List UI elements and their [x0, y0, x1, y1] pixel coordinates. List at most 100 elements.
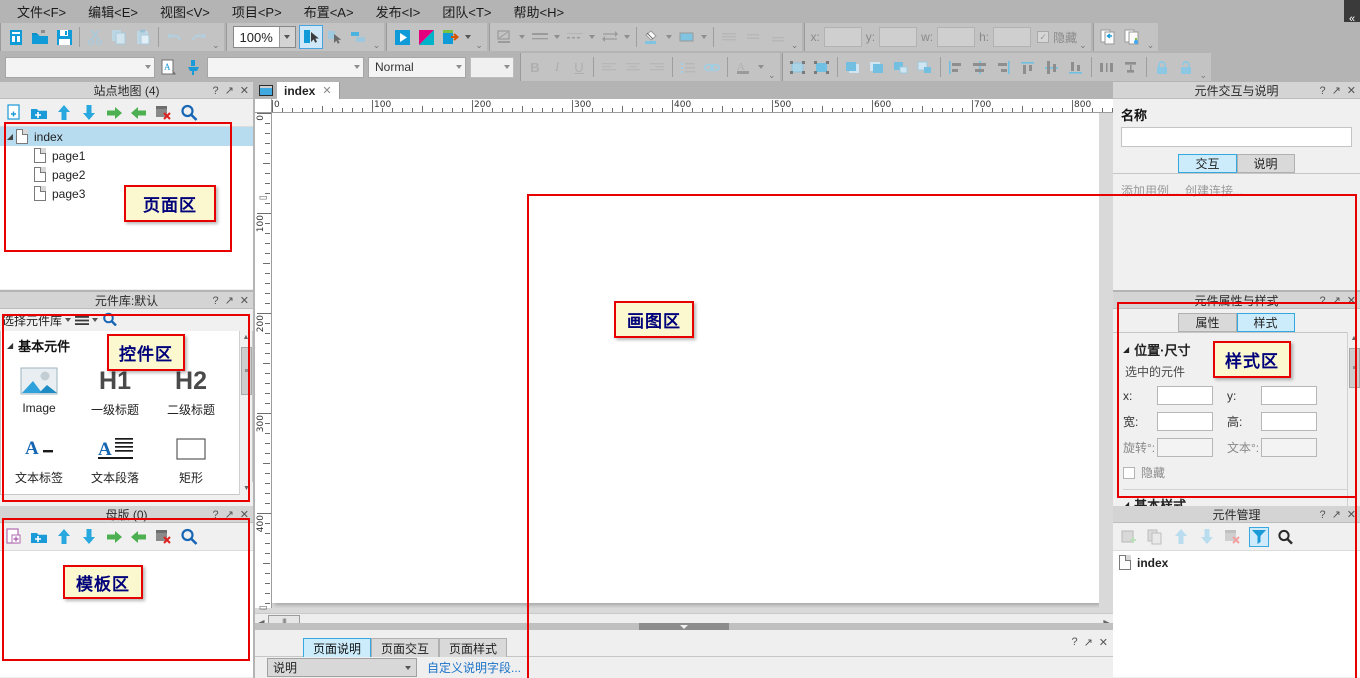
rotation-input[interactable] — [1157, 438, 1213, 457]
sitemap-popout-icon[interactable]: ↗ — [225, 84, 234, 97]
canvas-board[interactable] — [272, 113, 1099, 608]
add-folder-icon[interactable] — [29, 527, 49, 547]
h-input[interactable] — [993, 27, 1032, 47]
new-file-icon[interactable] — [4, 25, 28, 49]
italic-button[interactable]: I — [546, 56, 568, 78]
width-input[interactable] — [1157, 412, 1213, 431]
scroll-up-icon[interactable]: ▲ — [240, 331, 252, 344]
font-color-icon[interactable]: A — [731, 55, 755, 79]
scroll-up-icon[interactable]: ▲ — [1348, 332, 1360, 345]
layer-tool-icon[interactable] — [347, 25, 371, 49]
indent-right-icon[interactable] — [104, 527, 124, 547]
bold-button[interactable]: B — [524, 56, 546, 78]
masters-help-icon[interactable]: ? — [212, 509, 218, 521]
align-right-icon[interactable] — [992, 55, 1016, 79]
sitemap-close-icon[interactable]: ✕ — [240, 84, 249, 97]
bring-forward-icon[interactable] — [889, 55, 913, 79]
tree-item-index[interactable]: ◢ index — [0, 127, 253, 146]
tree-item-page1[interactable]: page1 — [0, 146, 253, 165]
interactions-close-icon[interactable]: ✕ — [1347, 84, 1356, 97]
create-link-link[interactable]: 创建连接... — [1185, 182, 1243, 199]
arrow-dropdown-icon[interactable] — [622, 25, 633, 49]
properties-help-icon[interactable]: ? — [1319, 295, 1325, 307]
w-input[interactable] — [937, 27, 976, 47]
paragraph-align-right-icon[interactable] — [645, 55, 669, 79]
zoom-dropdown-icon[interactable] — [278, 27, 295, 47]
indent-right-icon[interactable] — [104, 103, 124, 123]
widget-item-image[interactable]: Image — [1, 357, 77, 425]
tab-page-style[interactable]: 页面样式 — [439, 638, 508, 657]
page-notes-popout-icon[interactable]: ↗ — [1084, 636, 1093, 649]
font-weight-select[interactable] — [470, 56, 514, 78]
tab-page-notes[interactable]: 页面说明 — [303, 638, 372, 657]
new-page-icon[interactable] — [1121, 25, 1145, 49]
tab-close-icon[interactable]: ✕ — [322, 84, 331, 97]
align-bottom-icon[interactable] — [1064, 55, 1088, 79]
element-manager-popout-icon[interactable]: ↗ — [1332, 508, 1341, 521]
redo-icon[interactable] — [186, 25, 210, 49]
menu-item-help[interactable]: 帮助<H> — [502, 0, 575, 23]
dash-style-icon[interactable] — [563, 25, 587, 49]
align-top-icon[interactable] — [1016, 55, 1040, 79]
toolbar-overflow-icon[interactable]: ⌄ — [791, 41, 799, 50]
tab-page-interactions[interactable]: 页面交互 — [371, 638, 440, 657]
font-style-select[interactable]: Normal — [368, 56, 466, 78]
unlock-icon[interactable] — [1174, 55, 1198, 79]
search-icon[interactable] — [102, 312, 117, 329]
underline-button[interactable]: U — [568, 56, 590, 78]
toolbar-overflow-icon[interactable]: ⌄ — [373, 41, 381, 50]
list-item[interactable]: index — [1113, 553, 1360, 572]
delete-icon[interactable] — [1223, 527, 1243, 547]
interactions-popout-icon[interactable]: ↗ — [1332, 84, 1341, 97]
menu-item-project[interactable]: 项目<P> — [221, 0, 293, 23]
hamburger-icon[interactable] — [75, 315, 99, 326]
duplicate-page-icon[interactable] — [1097, 25, 1121, 49]
color-icon[interactable] — [675, 25, 699, 49]
text-align-center-icon[interactable] — [741, 25, 765, 49]
fill-dropdown-icon[interactable] — [517, 25, 528, 49]
bring-front-icon[interactable] — [841, 55, 865, 79]
format-painter-icon[interactable]: A — [157, 55, 181, 79]
open-folder-icon[interactable] — [28, 25, 52, 49]
undo-icon[interactable] — [162, 25, 186, 49]
share-dropdown-icon[interactable] — [462, 25, 473, 49]
widget-item-paragraph[interactable]: A 文本段落 — [77, 425, 153, 493]
properties-close-icon[interactable]: ✕ — [1347, 294, 1356, 307]
toolbar-overflow-icon[interactable]: ⌄ — [1200, 71, 1208, 80]
pointer-tool-icon[interactable] — [298, 25, 323, 49]
paste-icon[interactable] — [131, 25, 155, 49]
line-dropdown-icon[interactable] — [552, 25, 563, 49]
tab-properties[interactable]: 属性 — [1178, 313, 1237, 332]
outdent-left-icon[interactable] — [129, 103, 149, 123]
masters-popout-icon[interactable]: ↗ — [225, 508, 234, 521]
search-icon[interactable] — [179, 527, 199, 547]
widget-item-text-label[interactable]: A 文本标签 — [1, 425, 77, 493]
delete-page-icon[interactable] — [154, 103, 174, 123]
search-icon[interactable] — [1275, 527, 1295, 547]
search-icon[interactable] — [179, 103, 199, 123]
bucket-icon[interactable] — [640, 25, 664, 49]
font-size-select[interactable] — [207, 56, 364, 78]
add-page-icon[interactable] — [4, 103, 24, 123]
hidden-checkbox[interactable]: ✓ — [1037, 31, 1050, 43]
connector-tool-icon[interactable] — [323, 25, 347, 49]
filter-icon[interactable] — [1249, 526, 1269, 547]
share-icon[interactable] — [438, 25, 462, 49]
element-manager-help-icon[interactable]: ? — [1319, 509, 1325, 521]
paragraph-align-center-icon[interactable] — [621, 55, 645, 79]
menu-item-team[interactable]: 团队<T> — [431, 0, 502, 23]
toolbar-overflow-icon[interactable]: ⌄ — [1079, 41, 1087, 50]
font-color-dropdown-icon[interactable] — [755, 55, 766, 79]
hidden-checkbox-group[interactable]: 隐藏 — [1123, 464, 1350, 481]
menu-item-edit[interactable]: 编辑<E> — [77, 0, 149, 23]
arrow-style-icon[interactable] — [598, 25, 622, 49]
bucket-dropdown-icon[interactable] — [664, 25, 675, 49]
add-case-link[interactable]: 添加用例... — [1121, 182, 1179, 199]
add-folder-icon[interactable] — [29, 103, 49, 123]
preview-icon[interactable] — [390, 25, 414, 49]
move-down-icon[interactable] — [79, 103, 99, 123]
toolbar-overflow-icon[interactable]: ⌄ — [1147, 41, 1155, 50]
widget-item-rectangle[interactable]: 矩形 — [153, 425, 229, 493]
toolbar-overflow-icon[interactable]: ⌄ — [768, 71, 776, 80]
link-icon[interactable] — [700, 55, 724, 79]
